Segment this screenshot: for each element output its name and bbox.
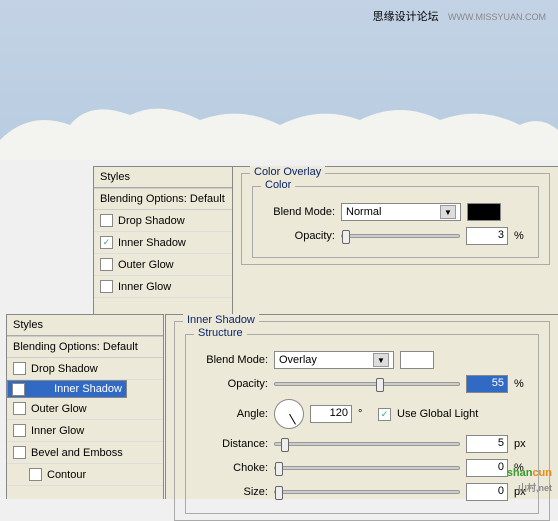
checkbox[interactable]	[100, 214, 113, 227]
styles-header[interactable]: Styles	[94, 167, 253, 188]
angle-input[interactable]: 120	[310, 405, 352, 423]
blend-mode-row: Blend Mode: Normal ▼	[263, 203, 528, 221]
blend-mode-value: Overlay	[279, 354, 317, 366]
chevron-down-icon: ▼	[373, 353, 389, 367]
style-label: Outer Glow	[31, 403, 87, 415]
sky-background: 思缘设计论坛 WWW.MISSYUAN.COM	[0, 0, 558, 160]
style-list: Drop Shadow Inner Shadow Outer Glow Inne…	[7, 358, 163, 486]
blend-mode-value: Normal	[346, 206, 381, 218]
watermark-url: WWW.MISSYUAN.COM	[448, 12, 546, 22]
angle-row: Angle: 120 ° Use Global Light	[196, 399, 528, 429]
style-label: Inner Shadow	[118, 237, 186, 249]
blend-mode-label: Blend Mode:	[263, 206, 335, 218]
opacity-row: Opacity: 3 %	[263, 227, 528, 245]
style-item-contour[interactable]: Contour	[7, 464, 163, 486]
checkbox[interactable]	[13, 446, 26, 459]
blend-mode-select[interactable]: Overlay ▼	[274, 351, 394, 369]
structure-section: Structure Blend Mode: Overlay▼ Opacity: …	[185, 334, 539, 514]
color-swatch[interactable]	[400, 351, 434, 369]
opacity-unit: %	[514, 378, 528, 390]
section-title: Structure	[194, 327, 247, 339]
section-title: Color	[261, 179, 295, 191]
style-list: Drop Shadow Inner Shadow Outer Glow Inne…	[94, 210, 253, 298]
checkbox[interactable]	[12, 383, 25, 396]
style-label: Bevel and Emboss	[31, 447, 123, 459]
checkbox[interactable]	[13, 424, 26, 437]
opacity-input[interactable]: 3	[466, 227, 508, 245]
choke-label: Choke:	[196, 462, 268, 474]
opacity-row: Opacity: 55 %	[196, 375, 528, 393]
checkbox[interactable]	[100, 236, 113, 249]
distance-unit: px	[514, 438, 528, 450]
style-item-bevel-emboss[interactable]: Bevel and Emboss	[7, 442, 163, 464]
color-section: Color Blend Mode: Normal▼ Opacity: 3 %	[252, 186, 539, 258]
style-item-drop-shadow[interactable]: Drop Shadow	[94, 210, 253, 232]
checkbox[interactable]	[100, 280, 113, 293]
choke-slider[interactable]	[274, 466, 460, 470]
opacity-label: Opacity:	[263, 230, 335, 242]
style-item-drop-shadow[interactable]: Drop Shadow	[7, 358, 163, 380]
size-slider[interactable]	[274, 490, 460, 494]
size-row: Size: 0 px	[196, 483, 528, 501]
opacity-label: Opacity:	[196, 378, 268, 390]
watermark-text: 思缘设计论坛	[373, 11, 439, 23]
inner-shadow-fieldset: Inner Shadow Structure Blend Mode: Overl…	[174, 321, 550, 521]
styles-panel-2: Styles Blending Options: Default Drop Sh…	[6, 314, 164, 499]
color-overlay-panel: Color Overlay Color Blend Mode: Normal▼ …	[232, 166, 558, 317]
style-item-inner-shadow[interactable]: Inner Shadow	[94, 232, 253, 254]
opacity-input[interactable]: 55	[466, 375, 508, 393]
blend-mode-select[interactable]: Normal ▼	[341, 203, 461, 221]
distance-label: Distance:	[196, 438, 268, 450]
angle-label: Angle:	[196, 408, 268, 420]
style-label: Inner Glow	[31, 425, 84, 437]
inner-shadow-panel: Inner Shadow Structure Blend Mode: Overl…	[165, 314, 558, 499]
opacity-slider[interactable]	[274, 382, 460, 386]
chevron-down-icon: ▼	[440, 205, 456, 219]
style-label: Outer Glow	[118, 259, 174, 271]
watermark: 思缘设计论坛 WWW.MISSYUAN.COM	[373, 8, 546, 24]
blending-options[interactable]: Blending Options: Default	[94, 188, 253, 210]
style-label: Contour	[47, 469, 86, 481]
opacity-unit: %	[514, 230, 528, 242]
angle-dial[interactable]	[274, 399, 304, 429]
distance-slider[interactable]	[274, 442, 460, 446]
opacity-slider[interactable]	[341, 234, 460, 238]
style-label: Inner Shadow	[54, 383, 122, 395]
angle-unit: °	[358, 408, 372, 420]
blend-mode-label: Blend Mode:	[196, 354, 268, 366]
style-label: Drop Shadow	[118, 215, 185, 227]
distance-input[interactable]: 5	[466, 435, 508, 453]
style-item-inner-shadow[interactable]: Inner Shadow	[7, 380, 127, 398]
styles-panel-1: Styles Blending Options: Default Drop Sh…	[93, 166, 254, 318]
distance-row: Distance: 5 px	[196, 435, 528, 453]
styles-header[interactable]: Styles	[7, 315, 163, 336]
choke-row: Choke: 0 %	[196, 459, 528, 477]
blend-mode-row: Blend Mode: Overlay ▼	[196, 351, 528, 369]
checkbox[interactable]	[13, 402, 26, 415]
checkbox[interactable]	[29, 468, 42, 481]
style-label: Drop Shadow	[31, 363, 98, 375]
site-logo: shancun 山村,net	[507, 463, 552, 494]
checkbox[interactable]	[13, 362, 26, 375]
style-item-inner-glow[interactable]: Inner Glow	[7, 420, 163, 442]
fieldset-title: Color Overlay	[250, 166, 325, 178]
size-label: Size:	[196, 486, 268, 498]
global-light-checkbox[interactable]	[378, 408, 391, 421]
color-overlay-fieldset: Color Overlay Color Blend Mode: Normal▼ …	[241, 173, 550, 265]
global-light-label: Use Global Light	[397, 408, 478, 420]
cloud-decoration	[0, 100, 558, 160]
style-item-outer-glow[interactable]: Outer Glow	[94, 254, 253, 276]
style-label: Inner Glow	[118, 281, 171, 293]
style-item-inner-glow[interactable]: Inner Glow	[94, 276, 253, 298]
checkbox[interactable]	[100, 258, 113, 271]
blending-options[interactable]: Blending Options: Default	[7, 336, 163, 358]
style-item-outer-glow[interactable]: Outer Glow	[7, 398, 163, 420]
fieldset-title: Inner Shadow	[183, 314, 259, 326]
choke-input[interactable]: 0	[466, 459, 508, 477]
size-input[interactable]: 0	[466, 483, 508, 501]
color-swatch[interactable]	[467, 203, 501, 221]
logo-sub: 山村,net	[507, 481, 552, 494]
